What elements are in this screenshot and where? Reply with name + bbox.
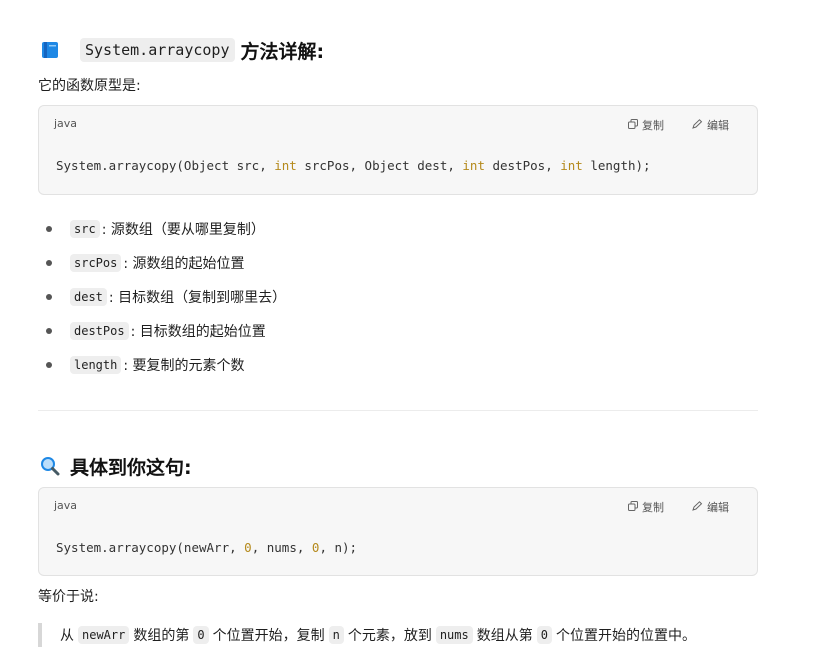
code-block-1: java 复制 编辑 System.arraycopy(Object src, …: [38, 105, 758, 195]
list-item: destPos: 目标数组的起始位置: [38, 314, 286, 348]
quote-bar: [38, 623, 42, 647]
bullet-dot: [46, 226, 52, 232]
code-line-2: System.arraycopy(newArr, 0, nums, 0, n);: [56, 540, 357, 555]
param-name: dest: [70, 288, 107, 306]
code-lang-label: java: [54, 117, 78, 130]
inline-code: newArr: [78, 626, 130, 644]
code-segment: System.arraycopy(newArr,: [56, 540, 245, 555]
param-desc: : 目标数组（复制到哪里去）: [108, 290, 287, 306]
inline-code: 0: [193, 626, 209, 644]
code-segment: , n);: [319, 540, 358, 555]
section2-title-text: 具体到你这句:: [70, 456, 192, 479]
code-segment: length);: [582, 158, 651, 173]
section1-title-text: 方法详解:: [240, 40, 325, 63]
param-desc: : 目标数组的起始位置: [130, 324, 266, 340]
equivalent-label: 等价于说:: [38, 589, 99, 605]
quote-text: 数组的第: [133, 628, 190, 644]
inline-code: nums: [435, 626, 473, 644]
copy-icon: [628, 500, 638, 514]
copy-button[interactable]: 复制: [628, 117, 664, 133]
list-item: length: 要复制的元素个数: [38, 348, 286, 382]
code-line-1: System.arraycopy(Object src, int srcPos,…: [56, 158, 651, 173]
quote-text: 从: [60, 628, 74, 644]
quote-text: 个位置开始，复制: [212, 628, 325, 644]
code-block-2: java 复制 编辑 System.arraycopy(newArr, 0, n…: [38, 487, 758, 576]
edit-button[interactable]: 编辑: [692, 117, 729, 133]
param-name: src: [70, 220, 100, 238]
section2-heading: 具体到你这句:: [40, 452, 192, 480]
quote-text: 数组从第: [476, 628, 533, 644]
copy-label: 复制: [642, 501, 664, 514]
edit-icon: [692, 118, 703, 132]
param-name: length: [70, 356, 122, 374]
bullet-dot: [46, 328, 52, 334]
copy-button[interactable]: 复制: [628, 499, 664, 515]
edit-button[interactable]: 编辑: [692, 499, 729, 515]
code-segment: srcPos, Object dest,: [296, 158, 463, 173]
code-keyword: int: [274, 158, 297, 173]
code-segment: , nums,: [251, 540, 312, 555]
list-item: dest: 目标数组（复制到哪里去）: [38, 280, 286, 314]
code-number: 0: [244, 540, 252, 555]
magnifier-icon: [40, 456, 60, 476]
bullet-dot: [46, 260, 52, 266]
quote-text: 个位置开始的位置中。: [555, 628, 696, 644]
code-keyword: int: [560, 158, 583, 173]
param-name: srcPos: [70, 254, 122, 272]
param-list: src: 源数组（要从哪里复制） srcPos: 源数组的起始位置 dest: …: [38, 212, 286, 382]
list-item: src: 源数组（要从哪里复制）: [38, 212, 286, 246]
edit-label: 编辑: [707, 119, 729, 132]
code-segment: System.arraycopy(Object src,: [56, 158, 275, 173]
quote-text: 个元素，放到: [347, 628, 432, 644]
list-item: srcPos: 源数组的起始位置: [38, 246, 286, 280]
section1-code-title: System.arraycopy: [80, 38, 235, 62]
copy-label: 复制: [642, 119, 664, 132]
param-desc: : 源数组（要从哪里复制）: [101, 222, 265, 238]
bullet-dot: [46, 294, 52, 300]
bullet-dot: [46, 362, 52, 368]
edit-icon: [692, 500, 703, 514]
section1-heading: System.arraycopy 方法详解:: [40, 36, 324, 64]
explanation-quote: 从 newArr 数组的第 0 个位置开始，复制 n 个元素，放到 nums 数…: [38, 623, 696, 647]
edit-label: 编辑: [707, 501, 729, 514]
section1-intro: 它的函数原型是:: [38, 78, 141, 94]
inline-code: 0: [536, 626, 552, 644]
section-divider: [38, 410, 758, 411]
code-keyword: int: [462, 158, 485, 173]
inline-code: n: [328, 626, 344, 644]
book-icon: [40, 40, 60, 60]
code-segment: destPos,: [484, 158, 561, 173]
param-desc: : 源数组的起始位置: [123, 256, 245, 272]
copy-icon: [628, 118, 638, 132]
param-name: destPos: [70, 322, 129, 340]
param-desc: : 要复制的元素个数: [123, 358, 245, 374]
code-lang-label: java: [54, 499, 78, 512]
